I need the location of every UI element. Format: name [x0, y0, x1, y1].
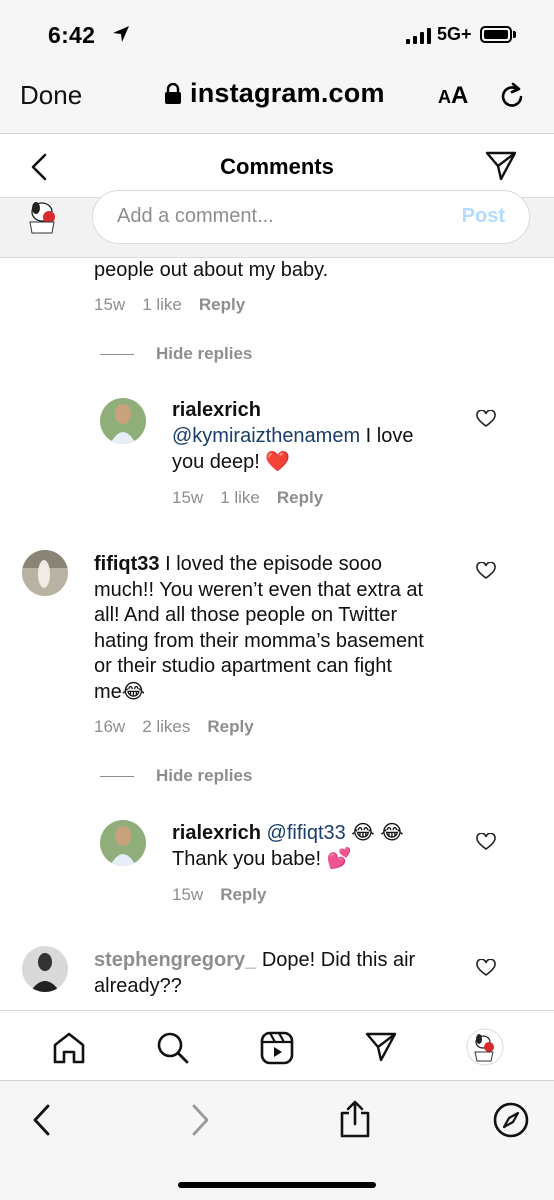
reply-button[interactable]: Reply [199, 295, 245, 315]
comment-meta: 15w 1 like Reply [94, 295, 245, 315]
profile-avatar[interactable] [466, 1028, 504, 1066]
avatar[interactable] [22, 550, 68, 596]
comment-likes[interactable]: 2 likes [142, 717, 190, 737]
home-icon[interactable] [51, 1031, 87, 1065]
avatar[interactable] [100, 820, 146, 866]
reply-text-line: Thank you babe! 💕 [172, 848, 352, 870]
comment-time: 16w [94, 717, 126, 736]
hide-replies-button[interactable]: Hide replies [100, 344, 252, 364]
reload-icon[interactable] [499, 81, 527, 111]
avatar[interactable] [22, 946, 68, 992]
comment-text-line: or their studio apartment can fight [94, 655, 392, 677]
reply-text-line: @kymiraizthenamem I love [172, 425, 414, 447]
reels-icon[interactable] [260, 1031, 294, 1065]
user-avatar [29, 202, 55, 234]
comment-placeholder: Add a comment... [117, 205, 274, 227]
forward-icon[interactable] [190, 1103, 212, 1137]
username[interactable]: fifiqt33 [94, 553, 160, 575]
battery-cap [513, 31, 516, 38]
comment-time: 15w [172, 488, 204, 507]
reply-meta: 15w 1 like Reply [172, 488, 323, 508]
done-button[interactable]: Done [20, 80, 82, 111]
comments-header: Comments [0, 134, 554, 198]
reply-button[interactable]: Reply [207, 717, 253, 737]
divider [100, 775, 134, 777]
lock-icon [165, 82, 181, 104]
share-icon[interactable] [338, 1099, 372, 1139]
comments-list[interactable]: people out about my baby. 15w 1 like Rep… [0, 258, 554, 1010]
signal-icon [406, 28, 431, 44]
status-time: 6:42 [48, 22, 96, 48]
location-arrow-icon [113, 26, 129, 42]
send-icon[interactable] [484, 150, 518, 182]
compass-icon[interactable] [492, 1101, 530, 1139]
comment-meta: 16w 2 likes Reply [94, 717, 254, 737]
reply-text: rialexrich [172, 398, 261, 424]
post-button[interactable]: Post [462, 205, 505, 228]
hide-replies-button[interactable]: Hide replies [100, 766, 252, 786]
direct-icon[interactable] [364, 1031, 398, 1063]
comment-likes[interactable]: 1 like [220, 488, 260, 508]
comment-text-line: hating from their momma’s basement [94, 629, 424, 652]
username[interactable]: rialexrich [172, 822, 261, 844]
network-label: 5G+ [437, 24, 472, 44]
heart-icon[interactable] [476, 833, 496, 851]
search-icon[interactable] [156, 1031, 190, 1065]
home-indicator[interactable] [178, 1182, 376, 1188]
battery-icon [480, 26, 512, 43]
compose-bar: Add a comment... Post [0, 190, 554, 258]
url-bar[interactable]: instagram.com [164, 78, 385, 109]
mention-link[interactable]: @fifiqt33 [267, 822, 346, 844]
page-title: Comments [220, 154, 334, 179]
url-text: instagram.com [190, 78, 385, 108]
reply-text: rialexrich @fifiqt33 😂 😂 [172, 822, 404, 844]
heart-icon[interactable] [476, 562, 496, 580]
username[interactable]: stephengregory_ [94, 949, 256, 971]
back-icon[interactable] [30, 1103, 52, 1137]
divider [100, 353, 134, 355]
reply-text-line: you deep! ❤️ [172, 451, 291, 473]
comment-text-line: me😂 [94, 680, 146, 703]
comment-text: people out about my baby. [94, 259, 329, 281]
heart-icon[interactable] [476, 959, 496, 977]
comment-input[interactable]: Add a comment... Post [92, 190, 530, 244]
reply-button[interactable]: Reply [220, 885, 266, 905]
reply-button[interactable]: Reply [277, 488, 323, 508]
heart-icon[interactable] [476, 410, 496, 428]
comment-text-line: much!! You weren’t even that extra at [94, 578, 424, 601]
comment-text: stephengregory_ Dope! Did this air [94, 949, 416, 971]
browser-top-chrome: 6:42 5G+ Done instagram.com AA [0, 0, 554, 134]
comment-text: fifiqt33 I loved the episode sooo [94, 553, 382, 575]
comment-text-line: all! And all those people on Twitter [94, 604, 398, 626]
comment-likes[interactable]: 1 like [142, 295, 182, 315]
mention-link[interactable]: @kymiraizthenamem [172, 425, 360, 447]
reply-meta: 15w Reply [172, 885, 266, 905]
instagram-tab-bar [0, 1010, 554, 1080]
comment-time: 15w [172, 885, 204, 904]
reader-text-size-button[interactable]: AA [438, 82, 468, 110]
comment-time: 15w [94, 295, 126, 314]
comment-text-line: already?? [94, 975, 182, 997]
username[interactable]: rialexrich [172, 399, 261, 421]
avatar[interactable] [100, 398, 146, 444]
